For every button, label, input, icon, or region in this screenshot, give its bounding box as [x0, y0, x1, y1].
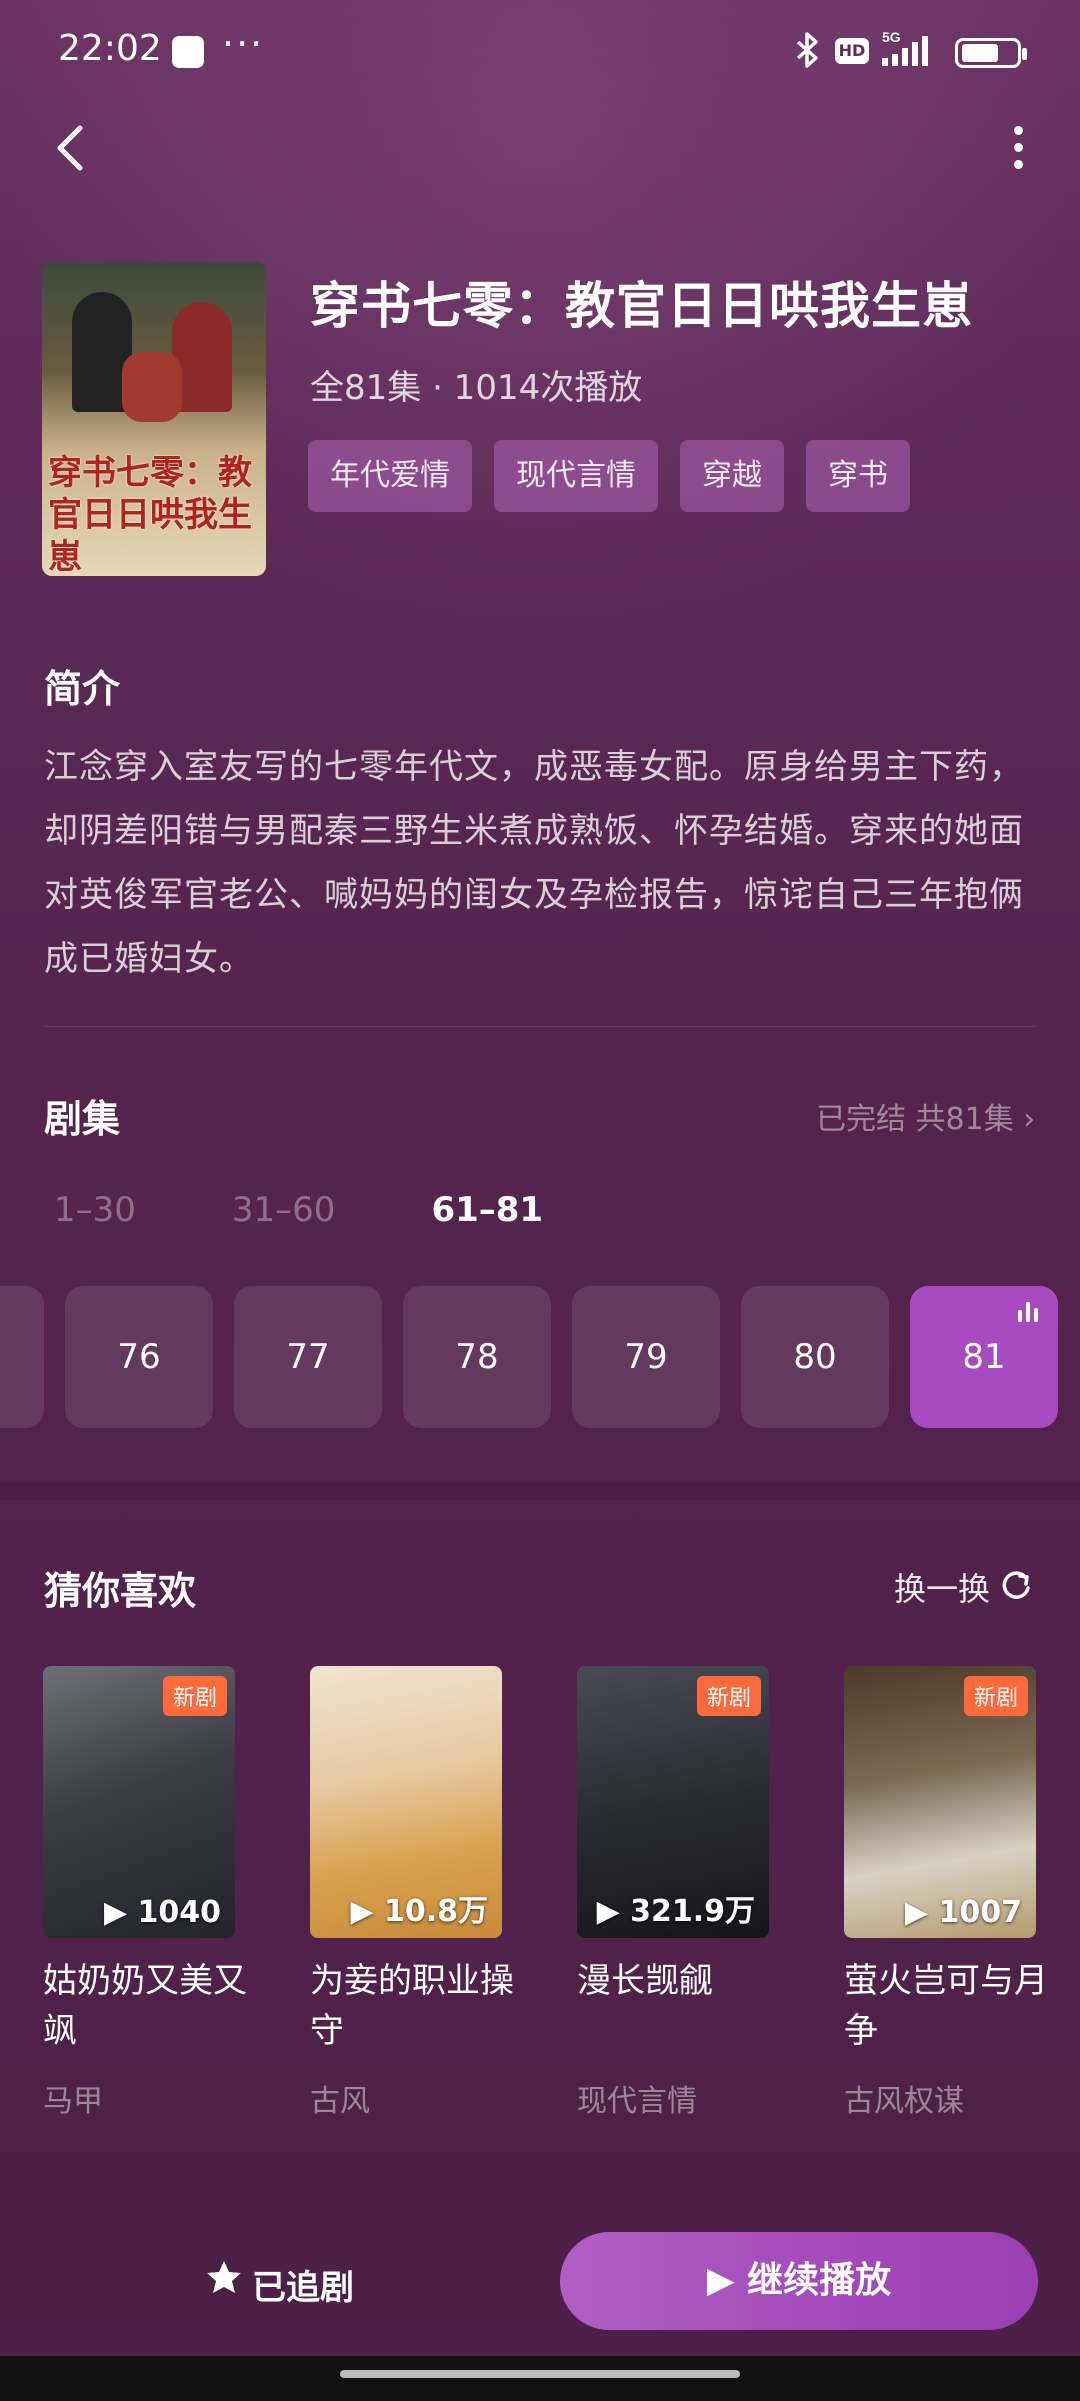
recommend-title[interactable]: 为妾的职业操守 [310, 1956, 520, 2056]
tag-item[interactable]: 年代爱情 [308, 440, 472, 512]
tag-item[interactable]: 穿越 [680, 440, 784, 512]
home-indicator[interactable] [340, 2370, 740, 2378]
tab-range-3[interactable]: 61–81 [431, 1190, 543, 1230]
drama-title: 穿书七零：教官日日哄我生崽 [310, 277, 973, 335]
hd-icon: HD [835, 38, 869, 64]
play-icon: ▶ [706, 2260, 748, 2301]
tag-item[interactable]: 穿书 [806, 440, 910, 512]
episodes-heading: 剧集 [44, 1097, 121, 1141]
follow-button[interactable]: 已追剧 [252, 2260, 354, 2309]
play-count: ▶ 1040 [103, 1895, 221, 1930]
tag-item[interactable]: 现代言情 [494, 440, 658, 512]
star-icon[interactable] [204, 2258, 244, 2298]
recommend-thumbnail[interactable]: 新剧 ▶ 1007 [844, 1666, 1036, 1938]
playing-icon [1018, 1302, 1042, 1322]
recommend-genre: 古风权谋 [844, 2084, 964, 2119]
episodes-status-link[interactable]: 已完结 共81集 › [816, 1094, 1035, 1138]
recommend-item[interactable]: 新剧 ▶ 1007 萤火岂可与月争 古风权谋 [844, 1666, 1048, 2119]
play-count: ▶ 1007 [904, 1895, 1022, 1930]
drama-meta: 全81集 · 1014次播放 [310, 368, 643, 408]
intro-text: 江念穿入室友写的七零年代文，成恶毒女配。原身给男主下药，却阴差阳错与男配秦三野生… [44, 747, 1024, 979]
status-bar: 22:02 ··· HD 5G [0, 0, 1080, 100]
play-count: ▶ 321.9万 [596, 1894, 755, 1929]
divider [44, 1026, 1036, 1027]
episode-list[interactable]: 76 77 78 79 80 81 [0, 1286, 1080, 1428]
status-time: 22:02 [58, 28, 162, 69]
new-badge: 新剧 [162, 1676, 227, 1716]
cover-title: 穿书七零：教官日日哄我生崽 [48, 453, 252, 576]
episode-button[interactable]: 79 [572, 1286, 720, 1428]
recommend-thumbnail[interactable]: 新剧 ▶ 1040 [43, 1666, 235, 1938]
more-notifications-icon: ··· [222, 22, 265, 66]
recommend-item[interactable]: ▶ 10.8万 为妾的职业操守 古风 [310, 1666, 514, 2119]
bottom-action-bar: 已追剧 ▶ 继续播放 [0, 2220, 1080, 2340]
tag-list: 年代爱情 现代言情 穿越 穿书 [308, 440, 910, 512]
recommend-heading: 猜你喜欢 [44, 1569, 197, 1613]
recommend-title[interactable]: 漫长觊觎 [577, 1956, 787, 2006]
episodes-status: 已完结 共81集 [816, 1102, 1014, 1137]
new-badge: 新剧 [963, 1676, 1028, 1716]
continue-play-button[interactable]: ▶ 继续播放 [560, 2232, 1038, 2330]
recommend-genre: 马甲 [43, 2084, 103, 2119]
refresh-icon[interactable] [998, 1568, 1034, 1604]
tab-range-1[interactable]: 1–30 [54, 1190, 136, 1230]
recommend-thumbnail[interactable]: 新剧 ▶ 321.9万 [577, 1666, 769, 1938]
intro-heading: 简介 [44, 667, 121, 711]
drama-cover: 穿书七零：教官日日哄我生崽 [42, 262, 266, 576]
battery-icon [955, 38, 1027, 68]
recommend-item[interactable]: 新剧 ▶ 321.9万 漫长觊觎 现代言情 [577, 1666, 769, 2119]
episode-number: 81 [962, 1337, 1006, 1377]
chevron-right-icon: › [1023, 1102, 1036, 1137]
signal-icon: 5G [882, 29, 928, 66]
episode-button-active[interactable]: 81 [910, 1286, 1058, 1428]
episode-button[interactable] [0, 1286, 44, 1428]
bluetooth-icon [796, 32, 818, 68]
system-nav-bar [0, 2356, 1080, 2401]
recommend-title[interactable]: 萤火岂可与月争 [844, 1956, 1054, 2056]
recommend-genre: 现代言情 [577, 2084, 697, 2119]
episode-button[interactable]: 77 [234, 1286, 382, 1428]
more-options-icon[interactable] [1000, 118, 1036, 182]
refresh-button[interactable]: 换一换 [894, 1564, 990, 1610]
section-divider [0, 1482, 1080, 1500]
continue-play-label: 继续播放 [747, 2260, 892, 2301]
new-badge: 新剧 [696, 1676, 761, 1716]
tab-range-2[interactable]: 31–60 [232, 1190, 336, 1230]
back-icon[interactable] [44, 118, 104, 178]
recommend-genre: 古风 [310, 2084, 370, 2119]
recommend-thumbnail[interactable]: ▶ 10.8万 [310, 1666, 502, 1938]
notification-icon [172, 36, 204, 68]
episode-range-tabs: 1–30 31–60 61–81 [54, 1190, 639, 1230]
episode-button[interactable]: 76 [65, 1286, 213, 1428]
network-label: 5G [882, 29, 901, 45]
episode-button[interactable]: 80 [741, 1286, 889, 1428]
episode-button[interactable]: 78 [403, 1286, 551, 1428]
play-count: ▶ 10.8万 [350, 1894, 488, 1929]
recommend-item[interactable]: 新剧 ▶ 1040 姑奶奶又美又飒 马甲 [43, 1666, 247, 2119]
recommend-title[interactable]: 姑奶奶又美又飒 [43, 1956, 253, 2056]
